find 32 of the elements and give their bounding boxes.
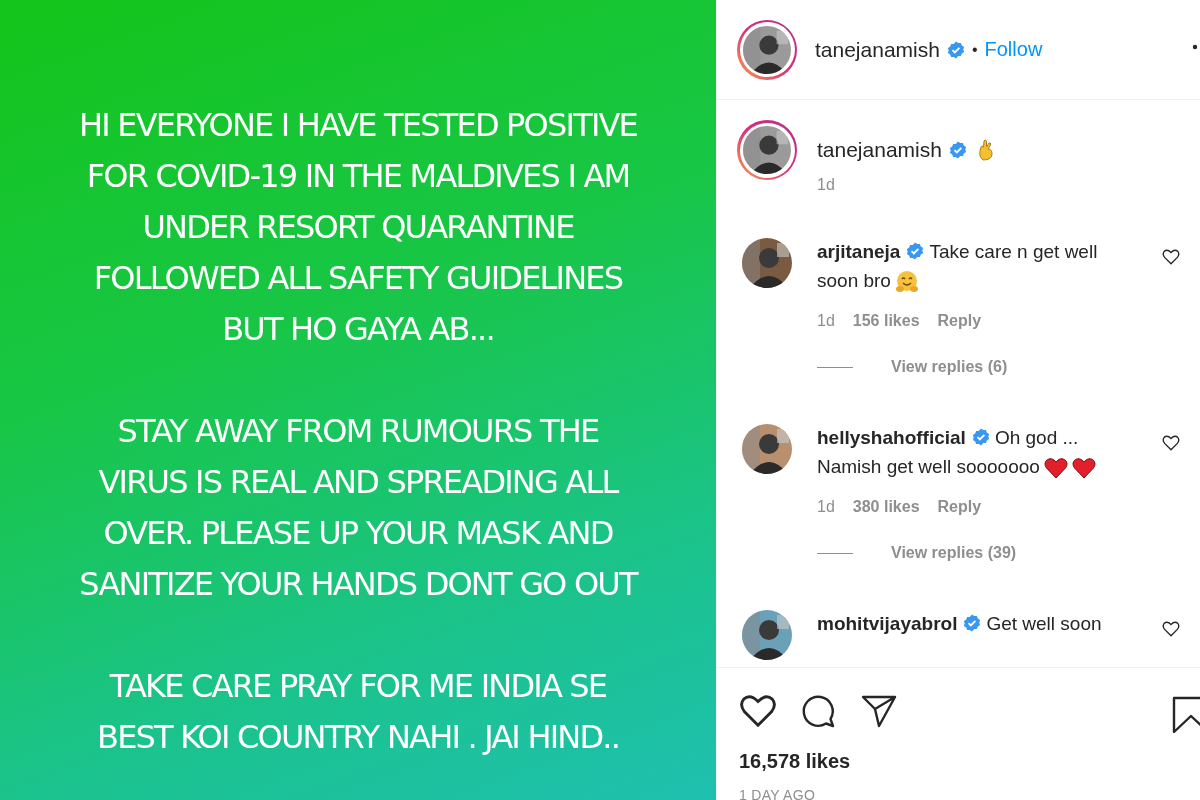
post-text: TAKE CARE PRAY FOR ME INDIA SE BEST KOI COUNTRY NAHI . JAI HIND.. (97, 666, 619, 758)
timestamp: 1d (817, 176, 836, 194)
follow-button[interactable]: Follow (984, 38, 1043, 61)
like-icon[interactable] (1162, 620, 1180, 638)
post-text: HI EVERYONE I HAVE TESTED POSITIVE FOR COVID-19 IN THE MALDIVES I AM UNDER RESORT QUARANTINE FOLLOWED ALL SAFETY GUIDELINES BUT HO GAYA AB... (78, 105, 638, 350)
like-icon[interactable] (1162, 248, 1180, 266)
reply-button[interactable]: Reply (937, 498, 982, 516)
like-count: 16,578 likes (739, 750, 852, 773)
comment-icon[interactable] (801, 693, 837, 729)
view-replies-button[interactable]: View replies (39) (891, 544, 1017, 562)
crossed-fingers-emoji-icon (977, 139, 994, 161)
heart-emoji-icon (1071, 457, 1096, 479)
post-date: 1 DAY AGO (739, 787, 817, 800)
username[interactable]: tanejanamish (817, 138, 942, 162)
like-count: 156 likes (852, 312, 920, 330)
timestamp: 1d (817, 312, 835, 330)
share-icon[interactable] (861, 694, 897, 728)
comment-text: hellyshahofficial Oh god ... Namish get well sooooooo (817, 424, 1139, 480)
post-text: STAY AWAY FROM RUMOURS THE VIRUS IS REAL AND SPREADING ALL OVER. PLEASE UP YOUR MASK AND SANITIZE YOUR HANDS DONT GO OUT (79, 411, 637, 605)
bookmark-icon[interactable] (1172, 696, 1200, 734)
heart-emoji-icon (1043, 457, 1068, 479)
like-icon[interactable] (739, 692, 777, 730)
username[interactable]: tanejanamish (815, 37, 940, 62)
reply-button[interactable]: Reply (937, 312, 982, 330)
hugging-face-emoji-icon (894, 270, 919, 294)
comment-text: mohitvijayabrol Get well soon (817, 612, 1102, 636)
separator-dot: • (971, 40, 978, 59)
timestamp: 1d (817, 498, 835, 516)
comment-text: arjitaneja Take care n get well soon bro (817, 238, 1139, 294)
like-icon[interactable] (1162, 434, 1180, 452)
like-count: 380 likes (852, 498, 920, 516)
view-replies-button[interactable]: View replies (6) (891, 358, 1008, 376)
